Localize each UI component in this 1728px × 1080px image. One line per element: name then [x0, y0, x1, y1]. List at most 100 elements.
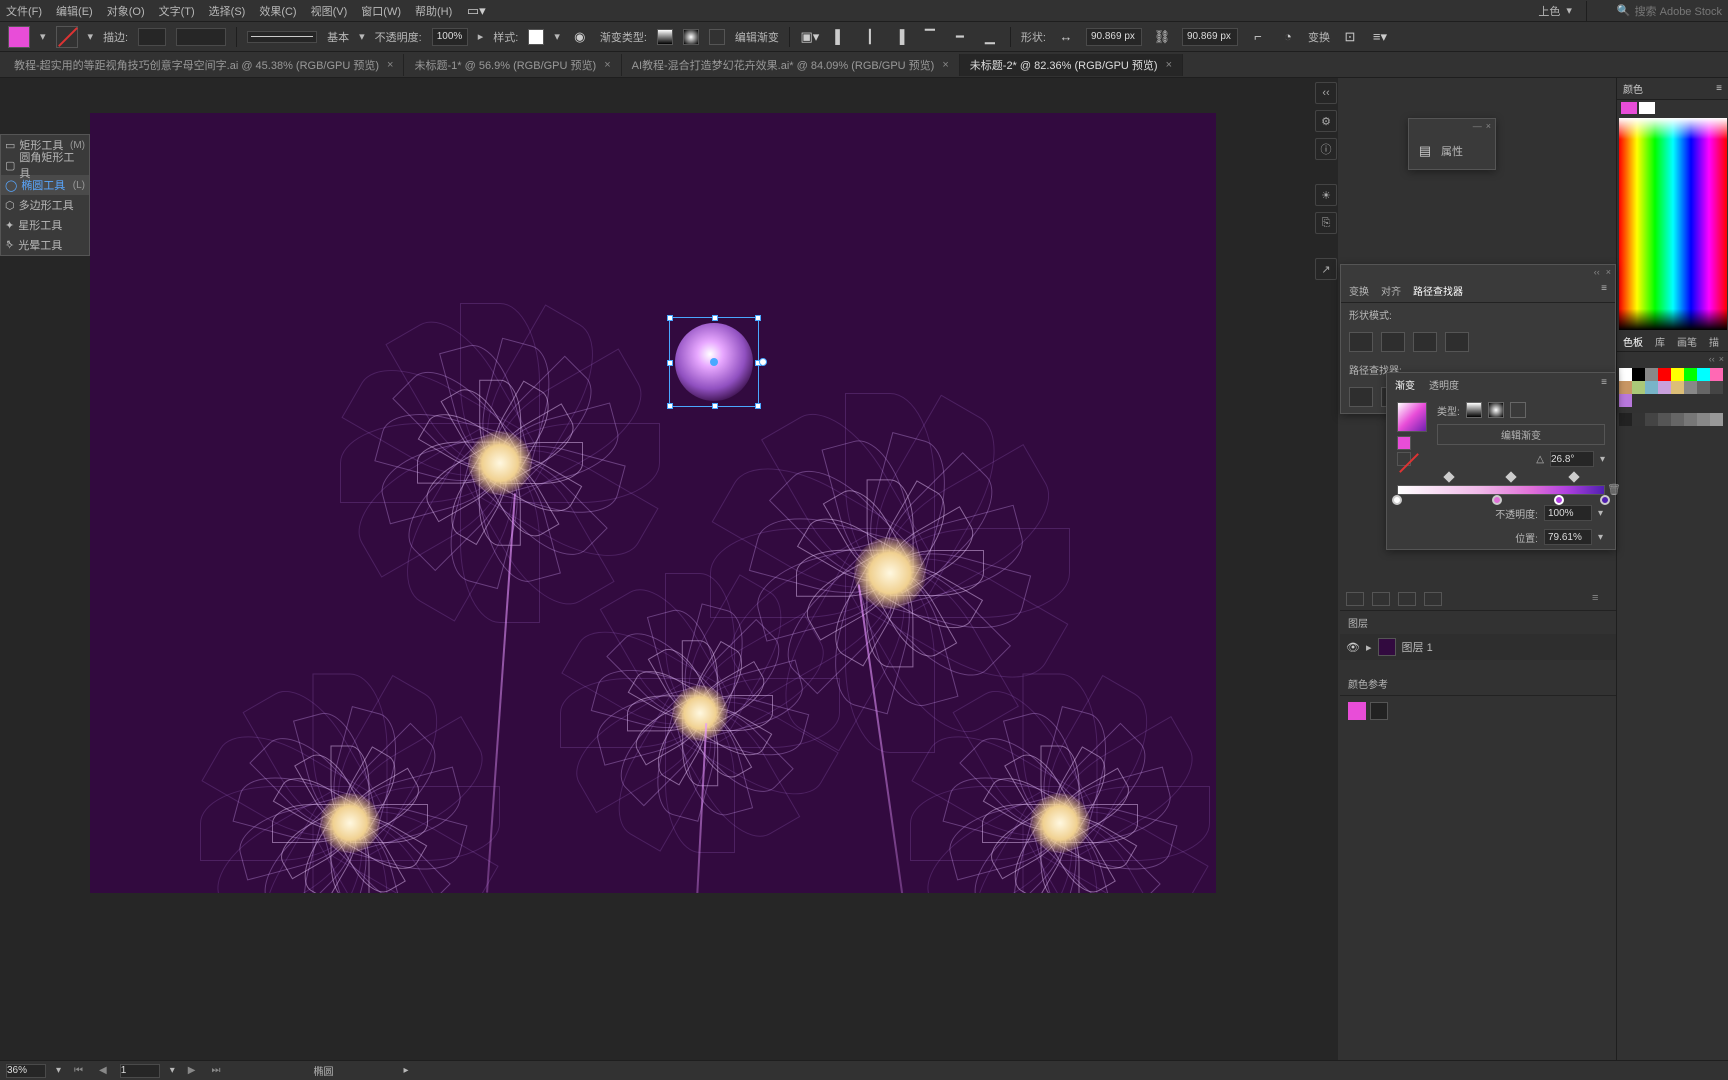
artboard-input[interactable]	[120, 1064, 160, 1078]
close-icon[interactable]: ×	[387, 59, 393, 71]
tool-flare[interactable]: ✧↖光晕工具	[1, 235, 89, 255]
link-icon[interactable]: ⛓	[1152, 27, 1172, 47]
layers-tab-icon[interactable]	[1398, 592, 1416, 606]
stock-search[interactable]: 🔍搜索 Adobe Stock	[1617, 3, 1722, 19]
first-artboard-icon[interactable]: ⏮	[71, 1065, 86, 1076]
dock-asset-icon[interactable]: ☀	[1315, 184, 1337, 206]
tab-gradient[interactable]: 渐变	[1395, 377, 1415, 392]
color-spectrum[interactable]	[1619, 118, 1727, 330]
grad-opacity-input[interactable]	[1544, 505, 1592, 521]
grad-type-radial[interactable]	[1488, 402, 1504, 418]
tab-pathfinder[interactable]: 路径查找器	[1413, 283, 1463, 298]
layout-icon[interactable]: ▭▾	[466, 1, 486, 21]
stroke-weight-input[interactable]	[138, 28, 166, 46]
style-swatch[interactable]	[528, 29, 544, 45]
divide-button[interactable]	[1349, 387, 1373, 407]
grad-linear-icon[interactable]	[657, 29, 673, 45]
menu-effect[interactable]: 效果(C)	[259, 3, 296, 19]
stroke-swatch[interactable]	[56, 26, 78, 48]
upcolor-menu[interactable]: 上色▾	[1538, 3, 1572, 19]
last-artboard-icon[interactable]: ⏭	[208, 1065, 223, 1076]
close-icon[interactable]: ×	[1166, 59, 1172, 71]
tab-transform[interactable]: 变换	[1349, 283, 1369, 298]
dock-info-icon[interactable]: ⓘ	[1315, 138, 1337, 160]
menu-edit[interactable]: 编辑(E)	[56, 3, 93, 19]
prev-artboard-icon[interactable]: ◀	[96, 1065, 110, 1076]
close-icon[interactable]: ×	[1486, 121, 1491, 131]
next-artboard-icon[interactable]: ▶	[185, 1065, 199, 1076]
tool-star[interactable]: ✦星形工具	[1, 215, 89, 235]
align-center-icon[interactable]: ┃	[860, 27, 880, 47]
grad-stroke-swatch[interactable]	[1397, 452, 1411, 466]
visibility-icon[interactable]: 👁	[1346, 641, 1360, 654]
close-icon[interactable]: ×	[942, 59, 948, 71]
tab-align[interactable]: 对齐	[1381, 283, 1401, 298]
brush-definition[interactable]	[247, 31, 317, 43]
tab-swatches[interactable]: 色板	[1617, 332, 1649, 351]
close-icon[interactable]: ×	[1606, 267, 1611, 277]
zoom-input[interactable]	[6, 1064, 46, 1078]
doc-tab-1[interactable]: 未标题-1* @ 56.9% (RGB/GPU 预览)×	[404, 54, 621, 76]
align-left-icon[interactable]: ▌	[830, 27, 850, 47]
transform-button[interactable]: 变换	[1308, 29, 1330, 45]
menu-view[interactable]: 视图(V)	[311, 3, 348, 19]
expand-icon[interactable]: ▸	[1366, 641, 1372, 654]
minus-front-button[interactable]	[1381, 332, 1405, 352]
stroke-profile-select[interactable]	[176, 28, 226, 46]
properties-panel[interactable]: —× ▤属性	[1408, 118, 1496, 170]
dock-link-icon[interactable]: ⎘	[1315, 212, 1337, 234]
grad-position-input[interactable]	[1544, 529, 1592, 545]
menu-select[interactable]: 选择(S)	[209, 3, 246, 19]
intersect-button[interactable]	[1413, 332, 1437, 352]
grad-type-linear[interactable]	[1466, 402, 1482, 418]
dock-css-icon[interactable]: ⚙	[1315, 110, 1337, 132]
doc-tab-0[interactable]: 教程-超实用的等距视角技巧创意字母空间字.ai @ 45.38% (RGB/GP…	[4, 54, 404, 76]
layers-tab-icon[interactable]	[1346, 592, 1364, 606]
minimize-icon[interactable]: —	[1473, 121, 1482, 131]
color-fill-chip[interactable]	[1621, 102, 1637, 114]
panel-menu-icon[interactable]: ≡	[1716, 83, 1722, 94]
panel-menu-icon[interactable]: ≡	[1592, 592, 1610, 606]
menu-help[interactable]: 帮助(H)	[415, 3, 452, 19]
color-stroke-chip[interactable]	[1639, 102, 1655, 114]
canvas[interactable]	[90, 113, 1216, 893]
align-icon[interactable]: ▣▾	[800, 27, 820, 47]
fill-swatch[interactable]	[8, 26, 30, 48]
opacity-input[interactable]	[432, 28, 468, 46]
dock-expand-icon[interactable]: ‹‹	[1315, 82, 1337, 104]
tab-stroke[interactable]: 描	[1703, 332, 1725, 351]
layer-row[interactable]: 👁 ▸ 图层 1	[1340, 634, 1616, 660]
collapse-icon[interactable]: ‹‹	[1594, 267, 1600, 277]
align-mid-icon[interactable]: ━	[950, 27, 970, 47]
edit-gradient-button[interactable]: 编辑渐变	[1437, 424, 1605, 445]
menu-file[interactable]: 文件(F)	[6, 3, 42, 19]
recolor-icon[interactable]: ◉	[570, 27, 590, 47]
gradient-preview[interactable]	[1397, 402, 1427, 432]
align-bottom-icon[interactable]: ▁	[980, 27, 1000, 47]
layers-tab-icon[interactable]	[1424, 592, 1442, 606]
align-top-icon[interactable]: ▔	[920, 27, 940, 47]
status-menu-icon[interactable]: ▸	[403, 1065, 408, 1076]
isolate-icon[interactable]: ⊡	[1340, 27, 1360, 47]
grad-type-freeform[interactable]	[1510, 402, 1526, 418]
edit-gradient-button[interactable]: 编辑渐变	[735, 29, 779, 45]
close-icon[interactable]: ×	[604, 59, 610, 71]
grad-radial-icon[interactable]	[683, 29, 699, 45]
grad-fill-swatch[interactable]	[1397, 436, 1411, 450]
menu-type[interactable]: 文字(T)	[159, 3, 195, 19]
dock-export-icon[interactable]: ↗	[1315, 258, 1337, 280]
delete-stop-icon[interactable]: 🗑	[1607, 483, 1621, 496]
pie-icon[interactable]: ◔	[1278, 27, 1298, 47]
exclude-button[interactable]	[1445, 332, 1469, 352]
tab-brushes[interactable]: 画笔	[1671, 332, 1703, 351]
panel-menu-icon[interactable]: ≡	[1601, 377, 1607, 392]
tab-transparency[interactable]: 透明度	[1429, 377, 1459, 392]
tool-polygon[interactable]: ⬡多边形工具	[1, 195, 89, 215]
align-right-icon[interactable]: ▐	[890, 27, 910, 47]
collapse-icon[interactable]: ‹‹	[1709, 354, 1715, 364]
swatches-grid[interactable]	[1617, 366, 1728, 428]
grad-freeform-icon[interactable]	[709, 29, 725, 45]
height-input[interactable]	[1182, 28, 1238, 46]
layers-tab-icon[interactable]	[1372, 592, 1390, 606]
menu-window[interactable]: 窗口(W)	[361, 3, 401, 19]
